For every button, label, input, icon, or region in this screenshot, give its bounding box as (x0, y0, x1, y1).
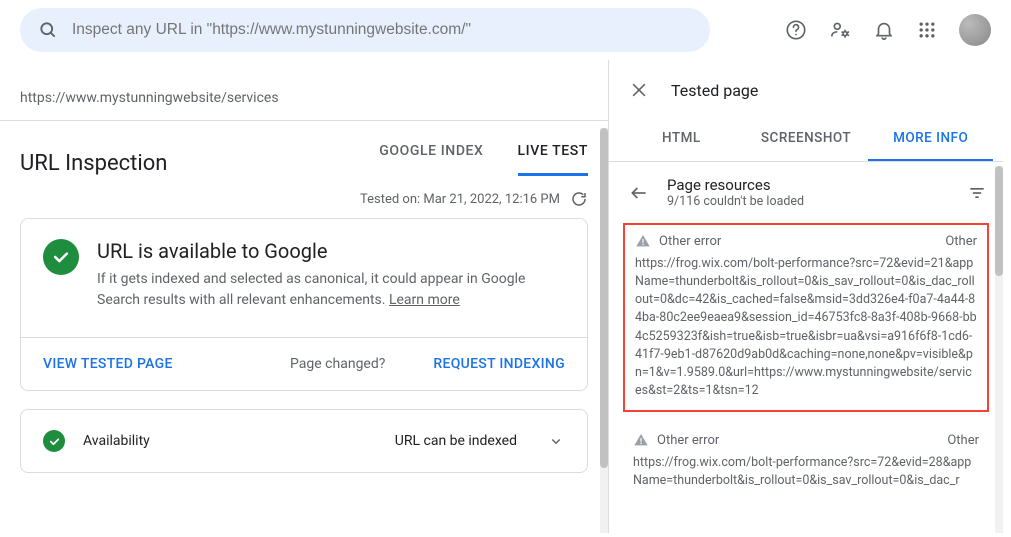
tab-live-test[interactable]: LIVE TEST (518, 143, 588, 176)
error-type: Other (947, 433, 979, 448)
panel-title: Tested page (671, 81, 758, 100)
back-icon[interactable] (629, 183, 649, 203)
error-label: Other error (657, 433, 719, 448)
error-url: https://frog.wix.com/bolt-performance?sr… (635, 255, 977, 400)
status-heading: URL is available to Google (97, 239, 565, 263)
user-settings-icon[interactable] (829, 19, 851, 41)
page-title: URL Inspection (20, 151, 167, 176)
check-circle-icon (43, 239, 79, 275)
search-input[interactable] (72, 21, 692, 39)
error-item[interactable]: Other error Other https://frog.wix.com/b… (623, 428, 989, 490)
learn-more-link[interactable]: Learn more (389, 292, 460, 308)
warning-icon (635, 233, 651, 249)
warning-icon (633, 432, 649, 448)
page-changed-text: Page changed? (290, 356, 385, 372)
availability-label: Availability (83, 433, 150, 449)
status-card: URL is available to Google If it gets in… (20, 218, 588, 391)
avatar[interactable] (959, 14, 991, 46)
resources-title: Page resources (667, 176, 804, 194)
error-url: https://frog.wix.com/bolt-performance?sr… (633, 454, 979, 490)
availability-card[interactable]: Availability URL can be indexed (20, 409, 588, 473)
error-item-highlighted[interactable]: Other error Other https://frog.wix.com/b… (623, 223, 989, 412)
bell-icon[interactable] (873, 19, 895, 41)
availability-status: URL can be indexed (395, 433, 517, 449)
scrollbar[interactable] (600, 128, 608, 533)
tab-html[interactable]: HTML (619, 120, 744, 161)
apps-icon[interactable] (917, 20, 937, 40)
tested-on-text: Tested on: Mar 21, 2022, 12:16 PM (360, 192, 560, 207)
error-label: Other error (659, 234, 721, 249)
check-circle-icon (43, 430, 65, 452)
scrollbar[interactable] (995, 166, 1003, 533)
refresh-icon[interactable] (570, 190, 588, 208)
tab-google-index[interactable]: GOOGLE INDEX (379, 143, 483, 176)
tab-screenshot[interactable]: SCREENSHOT (744, 120, 869, 161)
error-type: Other (945, 234, 977, 249)
filter-icon[interactable] (967, 183, 987, 203)
tab-more-info[interactable]: MORE INFO (868, 120, 993, 161)
chevron-down-icon[interactable] (547, 432, 565, 450)
help-icon[interactable] (785, 19, 807, 41)
url-inspect-search[interactable] (20, 8, 710, 52)
resources-sub: 9/116 couldn't be loaded (667, 194, 804, 209)
search-icon (38, 20, 58, 40)
status-subtext: If it gets indexed and selected as canon… (97, 269, 565, 311)
view-tested-page-button[interactable]: VIEW TESTED PAGE (43, 356, 173, 372)
close-icon[interactable] (629, 80, 649, 100)
request-indexing-button[interactable]: REQUEST INDEXING (433, 356, 565, 372)
inspected-url: https://www.mystunningwebsite/services (0, 60, 608, 121)
